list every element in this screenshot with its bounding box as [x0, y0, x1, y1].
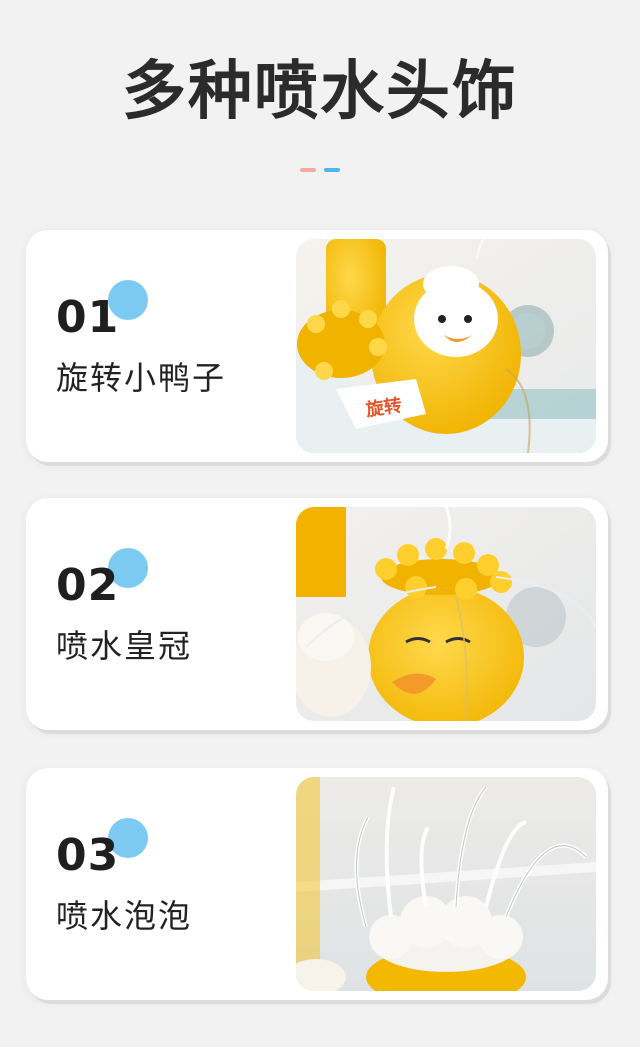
duck-crown-photo — [296, 507, 596, 721]
feature-label: 喷水泡泡 — [56, 897, 193, 935]
feature-number: 02 — [56, 560, 120, 611]
page-title: 多种喷水头饰 — [122, 55, 518, 129]
feature-card-3: 03 喷水泡泡 — [26, 768, 608, 1000]
divider-dash-pink — [300, 168, 316, 172]
feature-label: 旋转小鸭子 — [56, 359, 227, 397]
feature-number: 03 — [56, 830, 120, 881]
title-divider — [0, 168, 640, 174]
duck-crown-illustration — [296, 507, 596, 721]
feature-card-2: 02 喷水皇冠 — [26, 498, 608, 730]
duck-bubble-photo — [296, 777, 596, 991]
divider-dash-blue — [324, 168, 340, 172]
feature-card-1: 01 旋转小鸭子 旋转 — [26, 230, 608, 462]
feature-label: 喷水皇冠 — [56, 627, 193, 665]
feature-number: 01 — [56, 292, 120, 343]
duck-spinner-photo: 旋转 — [296, 239, 596, 453]
duck-bubble-illustration — [296, 777, 596, 991]
duck-spinner-illustration: 旋转 — [296, 239, 596, 453]
